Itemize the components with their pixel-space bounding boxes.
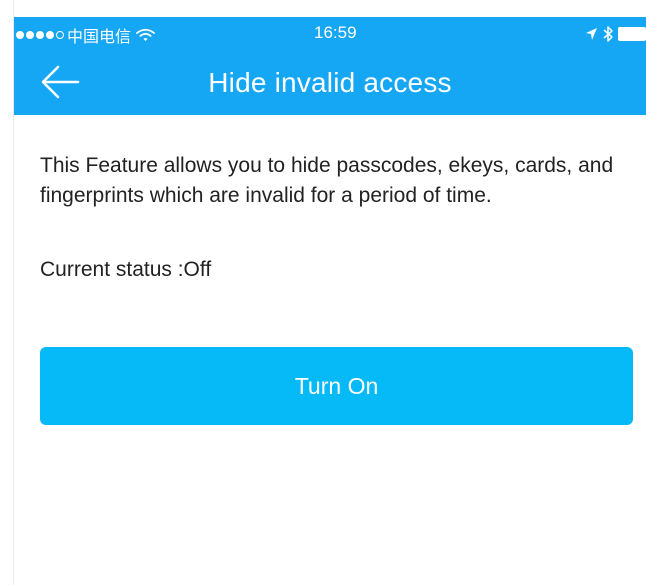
status-right: [585, 25, 646, 43]
signal-dot: [26, 31, 34, 39]
turn-on-button[interactable]: Turn On: [40, 347, 633, 425]
nav-bar: Hide invalid access: [14, 50, 646, 115]
back-button[interactable]: [40, 64, 80, 100]
current-status: Current status :Off: [40, 258, 212, 281]
page: 中国电信 16:59 Hide invalid access This Feat…: [0, 0, 646, 585]
carrier-name: 中国电信: [67, 27, 132, 46]
battery-icon: [618, 27, 646, 41]
arrow-left-icon: [41, 65, 80, 99]
signal-dot: [46, 31, 54, 39]
page-title: Hide invalid access: [208, 67, 452, 98]
status-time: 16:59: [314, 23, 357, 42]
app-screen: 中国电信 16:59 Hide invalid access This Feat…: [14, 17, 646, 585]
signal-strength-icon: [16, 31, 64, 39]
bluetooth-icon: [603, 26, 613, 42]
signal-dot: [16, 31, 24, 39]
status-left: 中国电信: [16, 23, 155, 47]
signal-dot-empty: [56, 31, 64, 39]
app-header: 中国电信 16:59 Hide invalid access: [14, 17, 646, 115]
background-edge: [0, 0, 14, 585]
status-bar: 中国电信 16:59: [14, 17, 646, 50]
location-arrow-icon: [586, 28, 597, 40]
feature-description: This Feature allows you to hide passcode…: [40, 154, 614, 207]
signal-dot: [36, 31, 44, 39]
wifi-icon: [136, 28, 155, 41]
